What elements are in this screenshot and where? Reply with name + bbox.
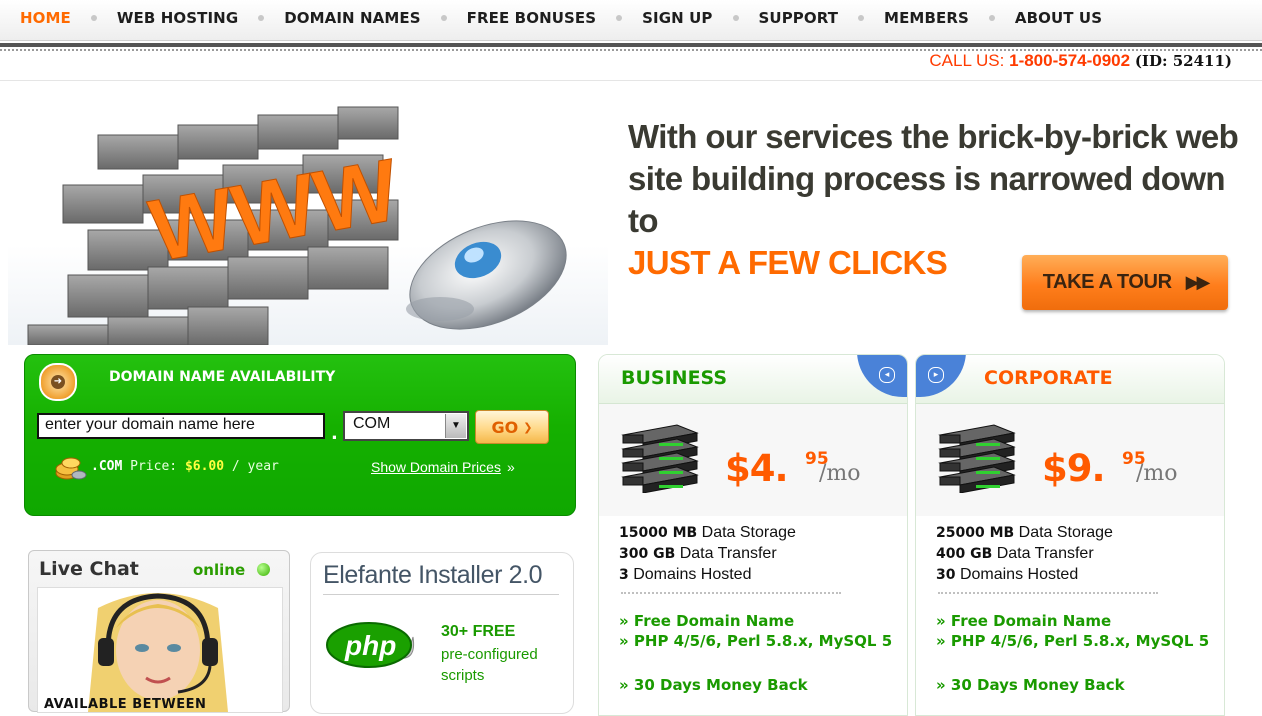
installer-box[interactable]: Elefante Installer 2.0 php 30+ FREE pre-…: [310, 552, 574, 714]
hero-line-1: With our services the brick-by-brick web: [628, 118, 1239, 155]
go-button[interactable]: GO ❯: [475, 410, 549, 444]
plan-spec-domains: 3 Domains Hosted: [619, 566, 752, 583]
nav-separator-dot: [440, 15, 447, 21]
domain-dot-separator: .: [331, 423, 338, 444]
installer-description: pre-configured scripts: [441, 646, 538, 684]
plan-name: CORPORATE: [984, 367, 1113, 389]
hero-brick-wall-image: WWW: [8, 106, 608, 345]
nav-members[interactable]: MEMBERS: [884, 9, 969, 27]
support-agent-image: [38, 588, 282, 712]
nav-about-us[interactable]: ABOUT US: [1015, 9, 1102, 27]
plan-price: $4.: [725, 447, 789, 490]
server-icon: [621, 424, 699, 493]
installer-title: Elefante Installer 2.0: [323, 561, 559, 595]
double-arrow-icon: ▶▶: [1185, 272, 1211, 293]
top-navigation: HOME WEB HOSTING DOMAIN NAMES FREE BONUS…: [0, 0, 1262, 41]
price-value: $6.00: [184, 459, 225, 474]
nav-separator-dot: [616, 15, 623, 21]
nav-web-hosting[interactable]: WEB HOSTING: [117, 9, 238, 27]
coins-icon: [55, 457, 87, 480]
plan-spec-storage: 25000 MB Data Storage: [936, 524, 1113, 541]
plan-corporate[interactable]: ▸ CORPORATE $9. 95 /mo 25000 MB Data Sto…: [915, 354, 1225, 716]
price-label: Price:: [130, 459, 178, 474]
header-divider: [0, 80, 1262, 81]
plan-feature-money-back: » 30 Days Money Back: [936, 676, 1125, 694]
plan-feature-php: » PHP 4/5/6, Perl 5.8.x, MySQL 5: [619, 632, 893, 650]
phone-label: CALL US:: [929, 51, 1005, 70]
plan-price-unit: /mo: [1136, 461, 1178, 486]
plan-spec-domains: 30 Domains Hosted: [936, 566, 1079, 583]
nav-separator-dot: [90, 15, 97, 21]
tld-select-value: COM: [353, 415, 391, 432]
circle-arrow-right-icon: ▸: [928, 367, 944, 383]
plan-feature-money-back: » 30 Days Money Back: [619, 676, 808, 694]
svg-text:php: php: [344, 630, 396, 661]
nav-separator-dot: [258, 15, 265, 21]
domain-search-input[interactable]: enter your domain name here: [37, 413, 325, 439]
nav-home[interactable]: HOME: [20, 9, 71, 27]
plan-name: BUSINESS: [621, 367, 728, 389]
circle-arrow-left-icon: ◂: [879, 367, 895, 383]
phone-number: 1-800-574-0902: [1009, 51, 1131, 70]
support-agent-photo: AVAILABLE BETWEEN: [37, 587, 283, 713]
live-chat-box[interactable]: Live Chat online AVAILABLE BETWEEN: [28, 550, 290, 713]
chevron-down-icon[interactable]: ▼: [445, 414, 466, 438]
php-logo: php: [326, 622, 415, 668]
server-icon: [938, 424, 1016, 493]
plan-price: $9.: [1042, 447, 1106, 490]
nav-divider: [0, 43, 1262, 47]
online-dot-icon: [257, 563, 270, 576]
tld-select[interactable]: COM ▼: [343, 411, 469, 441]
nav-separator-dot: [732, 15, 739, 21]
plan-spec-storage: 15000 MB Data Storage: [619, 524, 796, 541]
take-a-tour-button[interactable]: TAKE A TOUR ▶▶: [1022, 255, 1228, 310]
plan-feature-domain: » Free Domain Name: [619, 612, 795, 630]
domain-box-title: DOMAIN NAME AVAILABILITY: [109, 369, 336, 385]
installer-count: 30+ FREE: [441, 623, 516, 640]
plan-divider: [621, 592, 841, 594]
nav-domain-names[interactable]: DOMAIN NAMES: [284, 9, 420, 27]
nav-separator-dot: [988, 15, 995, 21]
take-a-tour-label: TAKE A TOUR: [1042, 271, 1172, 293]
plan-divider: [938, 592, 1158, 594]
phone-contact: CALL US: 1-800-574-0902 (ID: 52411): [929, 51, 1232, 71]
chat-available-text: AVAILABLE BETWEEN: [44, 697, 207, 712]
show-domain-prices-label: Show Domain Prices: [371, 459, 501, 475]
plan-business[interactable]: BUSINESS ◂ $4. 95 /mo 15000 MB Data Stor…: [598, 354, 908, 716]
nav-separator-dot: [858, 15, 865, 21]
circle-arrow-icon: ➜: [39, 363, 77, 401]
go-button-label: GO: [491, 417, 519, 437]
price-tld: .COM: [91, 459, 123, 474]
arrow-icon: ❯: [523, 420, 533, 434]
domain-availability-box: ➜ DOMAIN NAME AVAILABILITY enter your do…: [24, 354, 576, 516]
nav-sign-up[interactable]: SIGN UP: [642, 9, 712, 27]
chat-status: online: [193, 561, 246, 579]
plan-feature-php: » PHP 4/5/6, Perl 5.8.x, MySQL 5: [936, 632, 1210, 650]
show-domain-prices-link[interactable]: Show Domain Prices »: [371, 459, 515, 475]
domain-price-row: .COM Price: $6.00 / year: [91, 459, 279, 474]
nav-list: HOME WEB HOSTING DOMAIN NAMES FREE BONUS…: [20, 9, 1102, 27]
price-unit: / year: [231, 459, 279, 474]
plan-spec-transfer: 400 GB Data Transfer: [936, 545, 1094, 562]
live-chat-title: Live Chat: [39, 558, 139, 580]
plan-feature-domain: » Free Domain Name: [936, 612, 1112, 630]
nav-support[interactable]: SUPPORT: [759, 9, 839, 27]
nav-free-bonuses[interactable]: FREE BONUSES: [467, 9, 596, 27]
phone-id: (ID: 52411): [1134, 52, 1232, 70]
double-chevron-right-icon: »: [506, 459, 515, 475]
plan-price-unit: /mo: [819, 461, 861, 486]
plan-spec-transfer: 300 GB Data Transfer: [619, 545, 777, 562]
hero-line-2: site building process is narrowed down t…: [628, 160, 1226, 239]
